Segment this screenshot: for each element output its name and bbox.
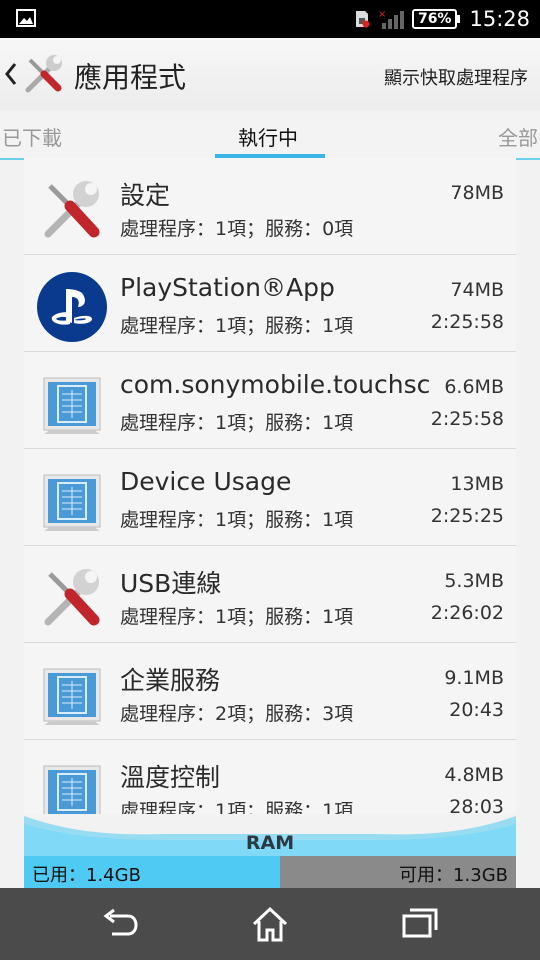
running-apps-list[interactable]: 設定 處理程序：1項；服務：0項 78MB PlayStation®App 處理…	[24, 158, 516, 814]
run-time: 2:25:25	[430, 505, 504, 527]
settings-tools-icon	[44, 569, 100, 626]
run-time: 2:26:02	[430, 602, 504, 624]
tab-downloaded[interactable]: 已下載	[2, 122, 62, 151]
action-bar: 應用程式 顯示快取處理程序	[0, 38, 540, 111]
recents-icon[interactable]	[400, 904, 440, 944]
process-count: 處理程序：1項；服務：1項	[120, 606, 354, 628]
app-name: 溫度控制	[120, 763, 221, 792]
back-icon[interactable]	[100, 904, 140, 944]
show-cached-processes-button[interactable]: 顯示快取處理程序	[384, 64, 528, 90]
settings-tools-icon	[25, 55, 62, 93]
svg-text:×: ×	[378, 9, 386, 20]
sim-card-icon	[355, 11, 370, 28]
process-count: 處理程序：1項；服務：0項	[120, 218, 354, 240]
tab-all[interactable]: 全部	[498, 122, 538, 151]
run-time: 2:25:58	[430, 311, 504, 333]
app-name: Device Usage	[120, 467, 292, 496]
blueprint-icon	[43, 765, 101, 814]
process-count: 處理程序：1項；服務：1項	[120, 509, 354, 531]
list-item[interactable]: PlayStation®App 處理程序：1項；服務：1項 74MB 2:25:…	[24, 255, 516, 352]
process-count: 處理程序：1項；服務：1項	[120, 412, 354, 434]
tab-running[interactable]: 執行中	[238, 122, 298, 151]
battery-indicator: 76%	[411, 9, 460, 29]
settings-tools-icon	[44, 181, 100, 238]
signal-icon: ×	[378, 9, 404, 29]
memory-size: 6.6MB	[444, 376, 504, 398]
page-title: 應用程式	[74, 61, 187, 94]
list-item[interactable]: com.sonymobile.touchscr 處理程序：1項；服務：1項 6.…	[24, 352, 516, 449]
memory-size: 74MB	[450, 279, 504, 301]
memory-size: 13MB	[450, 473, 504, 495]
playstation-icon	[37, 272, 107, 342]
process-count: 處理程序：2項；服務：3項	[120, 703, 354, 725]
tab-bar: 已下載 執行中 全部	[0, 110, 540, 160]
blueprint-icon	[43, 474, 101, 531]
memory-size: 4.8MB	[444, 764, 504, 786]
app-name: com.sonymobile.touchscr	[120, 370, 432, 399]
ram-label: RAM	[245, 832, 295, 854]
list-item[interactable]: USB連線 處理程序：1項；服務：1項 5.3MB 2:26:02	[24, 546, 516, 643]
back-chevron-icon[interactable]	[4, 60, 18, 88]
ram-used-label: 已用：1.4GB	[32, 865, 141, 886]
blueprint-icon	[43, 668, 101, 725]
ram-usage-bar: 已用：1.4GB 可用：1.3GB	[24, 856, 516, 888]
memory-size: 78MB	[450, 182, 504, 204]
list-item[interactable]: 溫度控制 處理程序：1項；服務：1項 4.8MB 28:03	[24, 740, 516, 814]
app-name: 設定	[120, 181, 171, 210]
run-time: 2:25:58	[430, 408, 504, 430]
app-name: USB連線	[120, 569, 222, 598]
home-icon[interactable]	[250, 904, 290, 944]
memory-size: 9.1MB	[444, 667, 504, 689]
gallery-notification-icon	[16, 9, 36, 27]
navigation-bar	[0, 888, 540, 960]
list-item[interactable]: Device Usage 處理程序：1項；服務：1項 13MB 2:25:25	[24, 449, 516, 546]
app-name: PlayStation®App	[120, 273, 335, 302]
blueprint-icon	[43, 377, 101, 434]
memory-size: 5.3MB	[444, 570, 504, 592]
list-item[interactable]: 企業服務 處理程序：2項；服務：3項 9.1MB 20:43	[24, 643, 516, 740]
process-count: 處理程序：1項；服務：1項	[120, 315, 354, 337]
status-bar: × 76% 15:28	[0, 0, 540, 38]
ram-free-label: 可用：1.3GB	[399, 865, 508, 886]
run-time: 20:43	[449, 699, 504, 721]
clock: 15:28	[469, 7, 530, 31]
list-item[interactable]: 設定 處理程序：1項；服務：0項 78MB	[24, 158, 516, 255]
app-name: 企業服務	[120, 666, 221, 695]
